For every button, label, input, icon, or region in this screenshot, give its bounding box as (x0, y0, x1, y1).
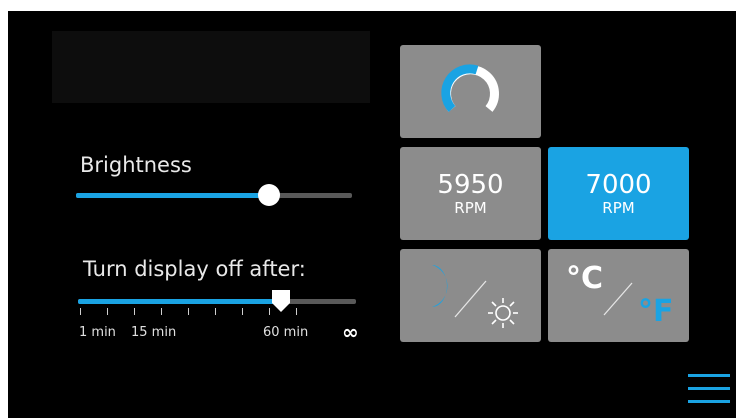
tick-mark (242, 308, 243, 315)
tick-mark (134, 308, 135, 315)
hamburger-menu-icon[interactable] (688, 374, 730, 406)
tick-mark (80, 308, 81, 315)
tick-mark (269, 308, 270, 315)
gauge-tile-button[interactable] (400, 45, 541, 138)
rpm-unit: RPM (602, 199, 635, 217)
tick-mark (296, 308, 297, 315)
tick-mark (161, 308, 162, 315)
day-night-mode-button[interactable] (400, 249, 541, 342)
display-off-slider-fill (78, 299, 281, 304)
tick-mark (188, 308, 189, 315)
rpm-5950-button[interactable]: 5950 RPM (400, 147, 541, 240)
fahrenheit-label: °F (638, 294, 674, 329)
tick-label-60-min: 60 min (263, 325, 309, 340)
tick-label-1-min: 1 min (79, 325, 116, 340)
menu-bar (688, 400, 730, 403)
tick-label-15-min: 15 min (131, 325, 177, 340)
infinity-label[interactable]: ∞ (342, 320, 359, 344)
settings-screen: Brightness Turn display off after: 1 min… (8, 11, 736, 418)
brightness-slider-thumb[interactable] (258, 184, 281, 206)
brightness-slider-fill (76, 193, 270, 198)
menu-bar (688, 387, 730, 390)
rpm-7000-button[interactable]: 7000 RPM (548, 147, 689, 240)
display-off-label: Turn display off after: (83, 257, 306, 281)
brightness-slider[interactable] (76, 193, 352, 198)
display-off-slider[interactable] (78, 299, 356, 304)
brightness-label: Brightness (80, 153, 192, 177)
rpm-value: 5950 (437, 170, 504, 200)
display-off-ticks (78, 308, 356, 316)
display-preview-panel (52, 31, 370, 103)
menu-bar (688, 374, 730, 377)
rpm-value: 7000 (585, 170, 652, 200)
temperature-unit-button[interactable]: °C °F (548, 249, 689, 342)
moon-sun-icon (432, 265, 518, 328)
gauge-icon (441, 64, 499, 113)
tick-mark (215, 308, 216, 315)
rpm-unit: RPM (454, 199, 487, 217)
tick-mark (107, 308, 108, 315)
